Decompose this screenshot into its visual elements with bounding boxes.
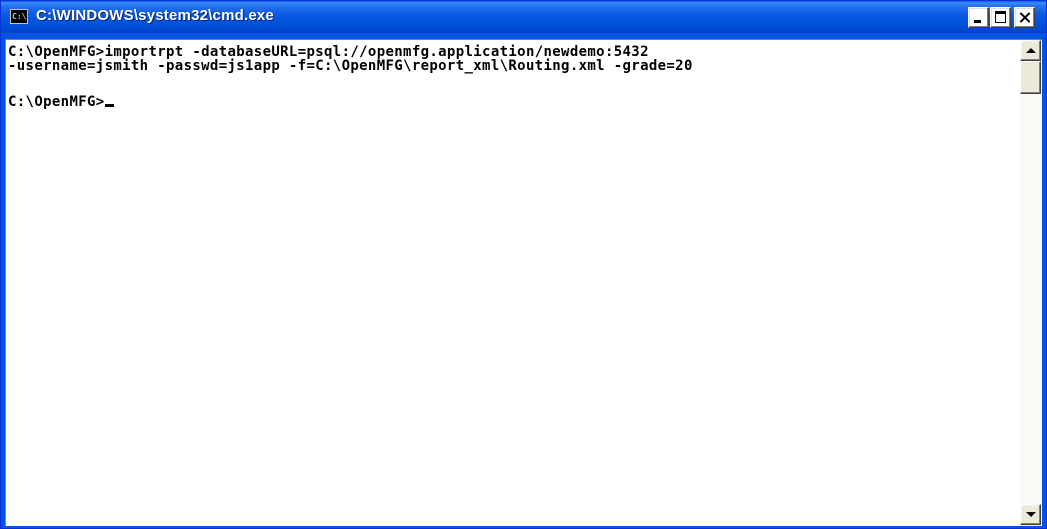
scrollbar-track[interactable] bbox=[1020, 94, 1041, 504]
scroll-down-arrow-icon bbox=[1026, 512, 1036, 517]
text-cursor bbox=[104, 104, 114, 107]
cmd-window: C:\ C:\WINDOWS\system32\cmd.exe C:\OpenM… bbox=[0, 0, 1047, 529]
close-button[interactable] bbox=[1014, 7, 1035, 28]
console-area[interactable]: C:\OpenMFG>importrpt -databaseURL=psql:/… bbox=[5, 39, 1042, 526]
window-title: C:\WINDOWS\system32\cmd.exe bbox=[36, 7, 274, 24]
vertical-scrollbar[interactable] bbox=[1019, 40, 1041, 526]
maximize-button[interactable] bbox=[990, 7, 1011, 28]
minimize-button[interactable] bbox=[968, 7, 989, 28]
scrollbar-thumb[interactable] bbox=[1020, 61, 1041, 94]
title-bar[interactable]: C:\ C:\WINDOWS\system32\cmd.exe bbox=[1, 1, 1046, 33]
scroll-up-button[interactable] bbox=[1020, 40, 1041, 61]
scroll-down-button[interactable] bbox=[1020, 504, 1041, 525]
cmd-icon[interactable]: C:\ bbox=[10, 9, 28, 24]
console-output[interactable]: C:\OpenMFG>importrpt -databaseURL=psql:/… bbox=[6, 40, 1020, 526]
console-line: -username=jsmith -passwd=js1app -f=C:\Op… bbox=[8, 58, 693, 74]
console-prompt: C:\OpenMFG> bbox=[8, 94, 105, 110]
scroll-up-arrow-icon bbox=[1026, 48, 1036, 53]
console-prompt-line: C:\OpenMFG> bbox=[8, 94, 114, 110]
